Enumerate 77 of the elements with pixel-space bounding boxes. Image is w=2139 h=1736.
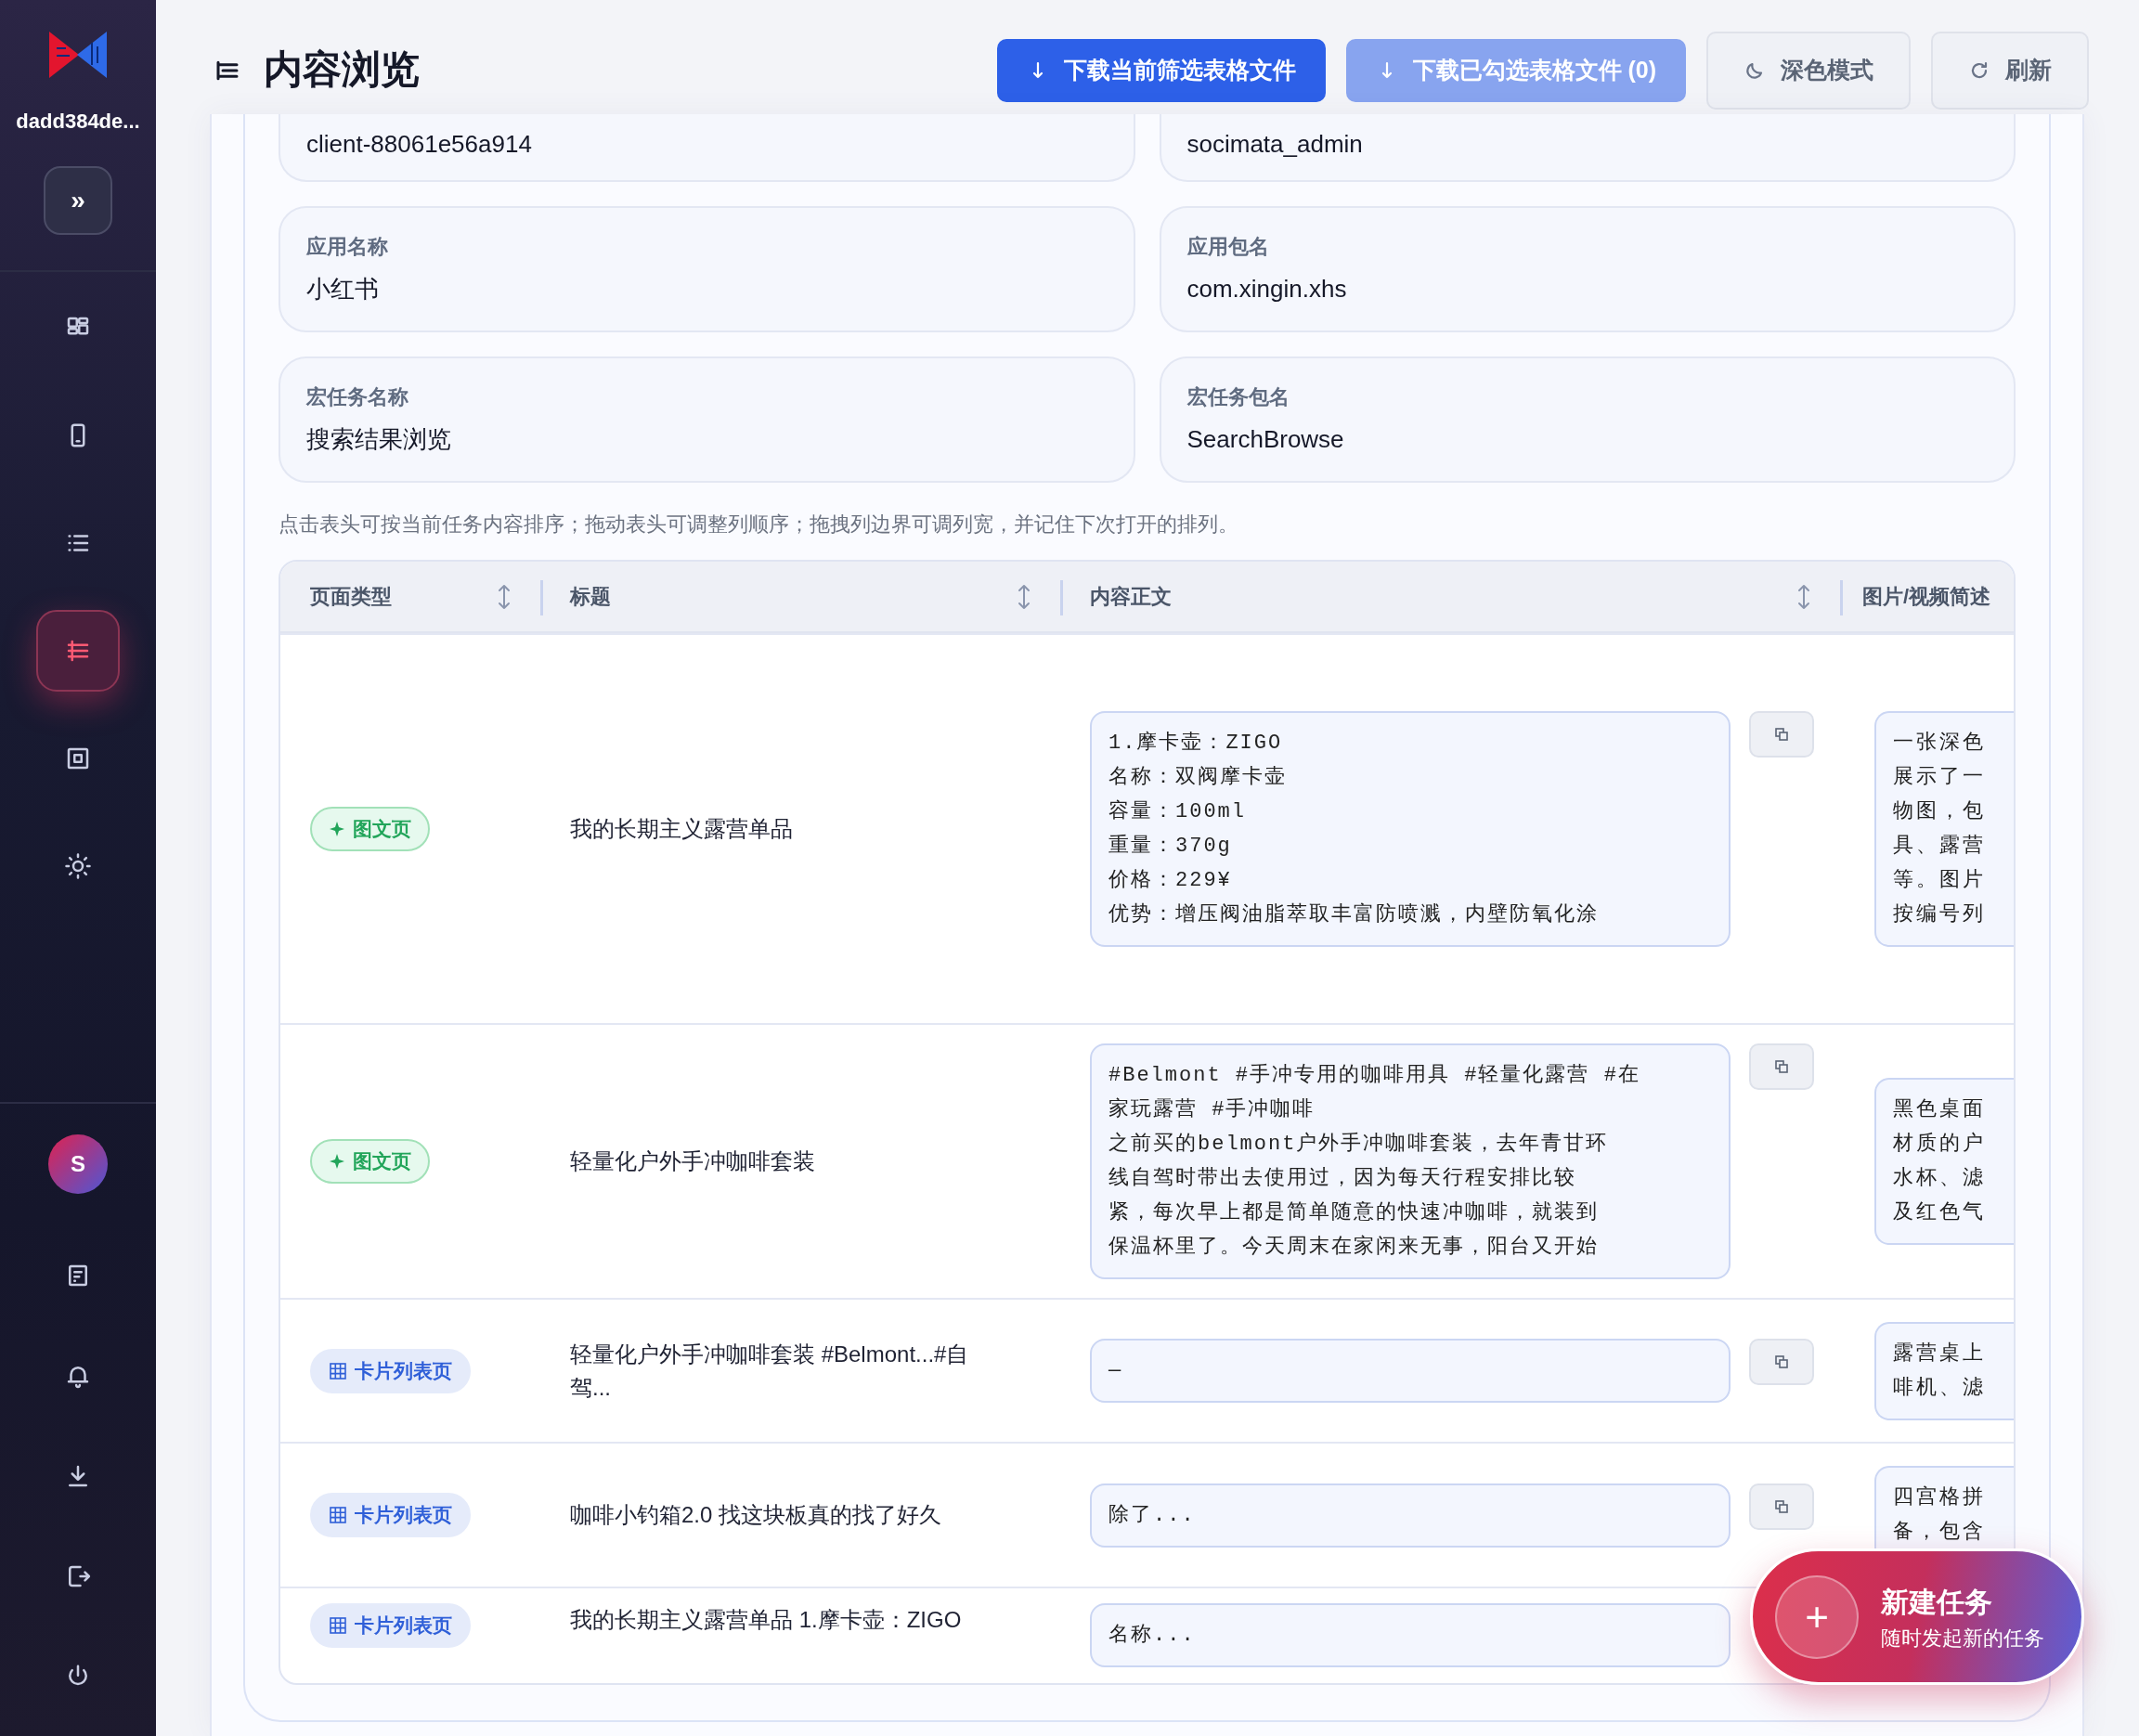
- expand-button[interactable]: »: [44, 166, 112, 235]
- field-value: 搜索结果浏览: [306, 424, 452, 455]
- description-line: 露营桌上: [1893, 1341, 1986, 1367]
- title-text: 轻量化户外手冲咖啡套装 #Belmont...#自驾...: [570, 1340, 970, 1402]
- column-header[interactable]: 图片/视频简述: [1862, 581, 1991, 612]
- field-value: com.xingin.xhs: [1186, 274, 1348, 304]
- column-header[interactable]: 页面类型: [310, 581, 392, 612]
- copy-icon: [1774, 1498, 1789, 1514]
- content-line: —: [1108, 1358, 1123, 1384]
- field-value: client-88061e56a914: [306, 129, 533, 160]
- grid-icon: [329, 1616, 347, 1635]
- field-value: SearchBrowse: [1186, 424, 1345, 455]
- title-text: 轻量化户外手冲咖啡套装: [570, 1147, 816, 1175]
- content-line: #Belmont #手冲专用的咖啡用具 #轻量化露营 #在: [1108, 1063, 1640, 1089]
- sparkle-icon: [329, 821, 345, 837]
- sun-icon: [64, 852, 92, 880]
- header-button[interactable]: 刷新: [1931, 31, 2089, 110]
- copy-button[interactable]: [1749, 711, 1814, 758]
- title-text: 咖啡小钓箱2.0 找这块板真的找了好久: [570, 1501, 943, 1529]
- page-type-tag: 卡片列表页: [310, 1493, 471, 1537]
- description-line: 黑色桌面: [1893, 1096, 1986, 1123]
- content-line: 名称：双阀摩卡壶: [1108, 764, 1287, 791]
- description-line: 材质的户: [1893, 1131, 1986, 1158]
- sparkle-icon: [329, 1153, 345, 1170]
- title-text: 我的长期主义露营单品 1.摩卡壶：ZIGO: [570, 1606, 963, 1634]
- content-line: 价格：229¥: [1108, 868, 1232, 894]
- field-label: 应用名称: [306, 234, 389, 260]
- column-header[interactable]: 内容正文: [1090, 581, 1172, 612]
- copy-button[interactable]: [1749, 1043, 1814, 1090]
- content-line: 保温杯里了。今天周末在家闲来无事，阳台又开始: [1108, 1234, 1599, 1261]
- device-name: dadd384de...: [16, 109, 140, 135]
- grid-icon: [329, 1506, 347, 1524]
- description-line: 等。图片: [1893, 868, 1986, 894]
- description-line: 水杯、滤: [1893, 1166, 1986, 1192]
- copy-icon: [1774, 1354, 1789, 1369]
- description-line: 啡机、滤: [1893, 1375, 1986, 1402]
- content-line: 家玩露营 #手冲咖啡: [1108, 1096, 1316, 1123]
- content-line: 优势：增压阀油脂萃取丰富防喷溅，内壁防氧化涂: [1108, 901, 1599, 928]
- copy-icon: [1774, 1059, 1789, 1074]
- content-line: 线自驾时带出去使用过，因为每天行程安排比较: [1108, 1165, 1576, 1192]
- content-line: 重量：370g: [1108, 834, 1232, 860]
- description-line: 四宫格拼: [1893, 1484, 1986, 1511]
- copy-icon: [1774, 727, 1789, 742]
- grid-icon: [329, 1361, 347, 1380]
- description-line: 备，包含: [1893, 1520, 1986, 1546]
- description-line: 具、露营: [1893, 834, 1986, 860]
- column-header[interactable]: 标题: [570, 581, 611, 612]
- header-button[interactable]: 深色模式: [1706, 31, 1911, 110]
- title-text: 我的长期主义露营单品: [570, 815, 794, 843]
- content-line: 名称...: [1108, 1623, 1196, 1649]
- content-line: 除了...: [1108, 1502, 1196, 1529]
- logo-icon: [47, 30, 109, 80]
- description-line: 一张深色: [1893, 731, 1986, 757]
- field-value: socimata_admin: [1186, 129, 1364, 160]
- page-type-tag: 卡片列表页: [310, 1603, 471, 1648]
- description-line: 及红色气: [1893, 1200, 1986, 1226]
- content-line: 1.摩卡壶：ZIGO: [1108, 730, 1283, 757]
- page-title: 内容浏览: [264, 46, 420, 94]
- header-button[interactable]: 下载当前筛选表格文件: [996, 38, 1326, 102]
- field-label: 宏任务包名: [1186, 384, 1290, 410]
- field-label: 应用包名: [1186, 234, 1270, 260]
- hint-text: 点击表头可按当前任务内容排序；拖动表头可调整列顺序；拖拽列边界可调列宽，并记住下次打开的排列。: [279, 512, 1239, 538]
- content-line: 容量：100ml: [1108, 798, 1246, 825]
- avatar[interactable]: S: [48, 1134, 108, 1194]
- copy-button[interactable]: [1749, 1339, 1814, 1385]
- page-type-tag: 图文页: [310, 807, 430, 851]
- page-type-tag: 图文页: [310, 1139, 430, 1184]
- field-label: 宏任务名称: [306, 384, 409, 410]
- page-type-tag: 卡片列表页: [310, 1348, 471, 1393]
- content-line: 之前买的belmont户外手冲咖啡套装，去年青甘环: [1108, 1131, 1609, 1158]
- copy-button[interactable]: [1749, 1483, 1814, 1530]
- description-line: 物图，包: [1893, 799, 1986, 825]
- description-line: 按编号列: [1893, 902, 1986, 928]
- content-line: 紧，每次早上都是简单随意的快速冲咖啡，就装到: [1108, 1200, 1599, 1226]
- field-value: 小红书: [306, 274, 380, 304]
- description-line: 展示了一: [1893, 765, 1986, 791]
- new-task-button[interactable]: + 新建任务 随时发起新的任务: [1750, 1548, 2084, 1685]
